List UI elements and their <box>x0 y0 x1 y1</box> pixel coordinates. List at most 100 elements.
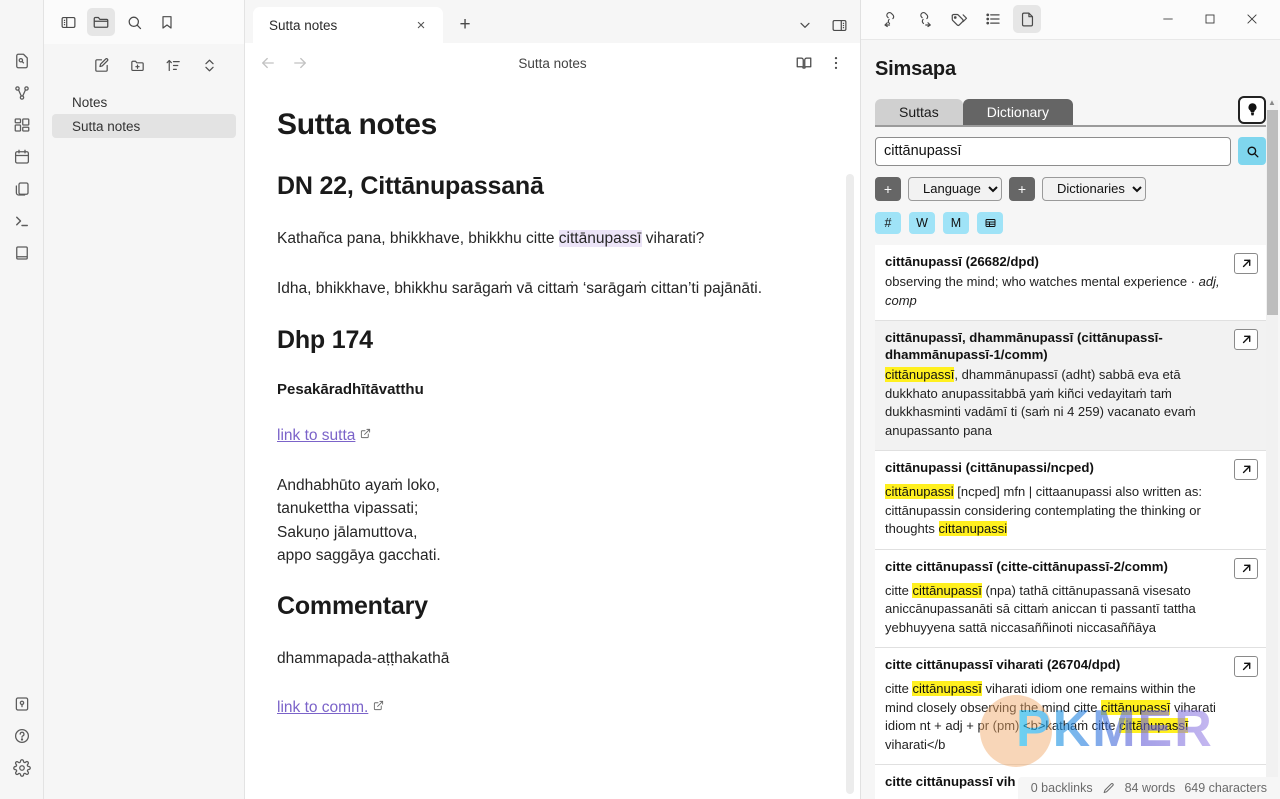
result-row[interactable]: cittānupassī, dhammānupassī (cittānupass… <box>875 319 1266 451</box>
add-dictionary-button[interactable]: + <box>1009 176 1035 201</box>
sort-icon[interactable] <box>162 54 184 76</box>
open-external-icon[interactable] <box>1234 557 1258 579</box>
heading-story: Pesakāradhītāvatthu <box>277 381 424 399</box>
tree-item-label: Notes <box>72 94 108 110</box>
tree-item-label: Sutta notes <box>72 118 141 134</box>
book-icon[interactable] <box>7 238 37 268</box>
bookmark-icon[interactable] <box>153 8 181 36</box>
hash-badge[interactable]: # <box>875 211 901 234</box>
result-text: citte <box>885 582 913 598</box>
file-search-icon[interactable] <box>7 46 37 76</box>
pencil-icon[interactable] <box>1102 781 1116 795</box>
result-row[interactable]: cittānupassī (26682/dpd) observing the m… <box>875 244 1266 320</box>
result-row[interactable]: cittānupassi (cittānupassi/ncped) cittān… <box>875 450 1266 549</box>
close-icon[interactable] <box>1232 3 1272 35</box>
add-language-button[interactable]: + <box>875 176 901 201</box>
arrow-left-icon[interactable] <box>259 54 277 72</box>
open-external-icon[interactable] <box>1234 328 1258 350</box>
highlight-term: cittānupassī <box>1101 699 1171 715</box>
right-panel-scrollbar-thumb[interactable] <box>1267 110 1278 315</box>
simsapa-plugin: Suttas Dictionary + Language + <box>861 95 1280 799</box>
highlight-term: cittanupassi <box>938 521 1008 537</box>
open-external-icon[interactable] <box>1234 656 1258 678</box>
new-note-icon[interactable] <box>90 54 112 76</box>
search-input[interactable] <box>875 136 1231 166</box>
arrow-right-icon[interactable] <box>291 54 309 72</box>
external-link-icon <box>357 429 371 441</box>
graph-icon[interactable] <box>7 78 37 108</box>
copy-files-icon[interactable] <box>7 174 37 204</box>
open-external-icon[interactable] <box>1234 459 1258 481</box>
toggle-left-sidebar-button[interactable] <box>54 8 82 36</box>
file-explorer-button[interactable] <box>87 8 115 36</box>
tab-suttas[interactable]: Suttas <box>875 98 963 125</box>
tree-item-sutta-notes[interactable]: Sutta notes <box>52 114 236 138</box>
more-options-icon[interactable] <box>826 53 846 73</box>
terminal-icon[interactable] <box>7 206 37 236</box>
canvas-icon[interactable] <box>7 110 37 140</box>
new-tab-button[interactable]: + <box>451 11 479 39</box>
note-content: Sutta notes DN 22, Cittānupassanā Kathañ… <box>245 82 860 786</box>
dictionaries-select[interactable]: Dictionaries <box>1042 176 1146 201</box>
tree-item-notes[interactable]: Notes <box>52 90 236 114</box>
new-folder-icon[interactable] <box>126 54 148 76</box>
window-controls <box>1148 3 1272 35</box>
chevron-down-icon[interactable] <box>792 12 818 38</box>
result-row[interactable]: citte cittānupassī (citte-cittānupassī-2… <box>875 548 1266 648</box>
minimize-icon[interactable] <box>1148 3 1188 35</box>
result-row[interactable]: citte cittānupassī viharati (26704/dpd) … <box>875 647 1266 765</box>
gear-icon[interactable] <box>7 753 37 783</box>
tags-icon[interactable] <box>945 5 973 33</box>
link-to-sutta[interactable]: link to sutta <box>277 427 355 444</box>
table-badge[interactable] <box>977 211 1003 234</box>
tab-sutta-notes[interactable]: Sutta notes × <box>253 7 443 43</box>
outgoing-links-icon[interactable] <box>911 5 939 33</box>
character-count[interactable]: 649 characters <box>1184 781 1267 795</box>
tab-dictionary[interactable]: Dictionary <box>962 98 1073 125</box>
vault-icon[interactable] <box>7 689 37 719</box>
heading-dhp174: Dhp 174 <box>277 326 373 355</box>
close-icon[interactable]: × <box>411 15 431 35</box>
open-external-icon[interactable] <box>1234 252 1258 274</box>
w-badge[interactable]: W <box>909 211 935 234</box>
search-icon[interactable] <box>1238 137 1266 166</box>
note-title-h1: Sutta notes <box>277 108 438 141</box>
backlinks-count[interactable]: 0 backlinks <box>1031 781 1093 795</box>
view-actions <box>794 53 846 73</box>
right-sidebar: Simsapa Suttas Dictionary + Language <box>860 0 1280 799</box>
editor-pane: Sutta notes × + Sutta notes Sutta notes … <box>245 0 860 799</box>
result-title: cittānupassi (cittānupassi/ncped) <box>885 460 1094 476</box>
lightbulb-icon[interactable] <box>1238 95 1266 124</box>
right-panel-topbar <box>861 0 1280 40</box>
search-button[interactable] <box>120 8 148 36</box>
editor-scrollbar[interactable] <box>846 174 854 794</box>
collapse-icon[interactable] <box>198 54 220 76</box>
language-select[interactable]: Language <box>908 176 1002 201</box>
file-explorer-sidebar: Notes Sutta notes <box>44 0 245 799</box>
calendar-icon[interactable] <box>7 142 37 172</box>
result-body: cittānupassī, dhammānupassī (adht) sabbā… <box>885 366 1256 440</box>
word-count[interactable]: 84 words <box>1125 781 1176 795</box>
result-text: observing the mind; who watches mental e… <box>885 274 1199 290</box>
paragraph-pali-2: Idha, bhikkhave, bhikkhu sarāgaṁ vā citt… <box>277 279 763 297</box>
file-icon[interactable] <box>1013 5 1041 34</box>
heading-dn22: DN 22, Cittānupassanā <box>277 172 544 200</box>
book-open-icon[interactable] <box>794 53 814 73</box>
outline-icon[interactable] <box>979 5 1007 33</box>
verse-line-2: tanukettha vipassati; <box>277 500 419 518</box>
m-badge[interactable]: M <box>943 211 969 234</box>
simsapa-tabs: Suttas Dictionary <box>875 95 1266 125</box>
result-title: citte cittānupassī (citte-cittānupassī-2… <box>885 558 1168 574</box>
backlinks-icon[interactable] <box>877 5 905 33</box>
highlight-term: cittānupassī <box>885 367 955 383</box>
verse-line-4: appo saggāya gacchati. <box>277 547 441 565</box>
maximize-icon[interactable] <box>1190 3 1230 35</box>
panel-title: Simsapa <box>875 57 956 80</box>
result-body: citte cittānupassī (npa) tathā cittānupa… <box>885 582 1256 637</box>
link-to-commentary[interactable]: link to comm. <box>277 699 368 716</box>
right-sidebar-toggle-icon[interactable] <box>826 12 852 38</box>
file-tree: Notes Sutta notes <box>44 86 244 138</box>
help-icon[interactable] <box>7 721 37 751</box>
dictionary-badges: # W M <box>875 211 1266 234</box>
scroll-up-arrow-icon[interactable]: ▲ <box>1267 97 1277 107</box>
